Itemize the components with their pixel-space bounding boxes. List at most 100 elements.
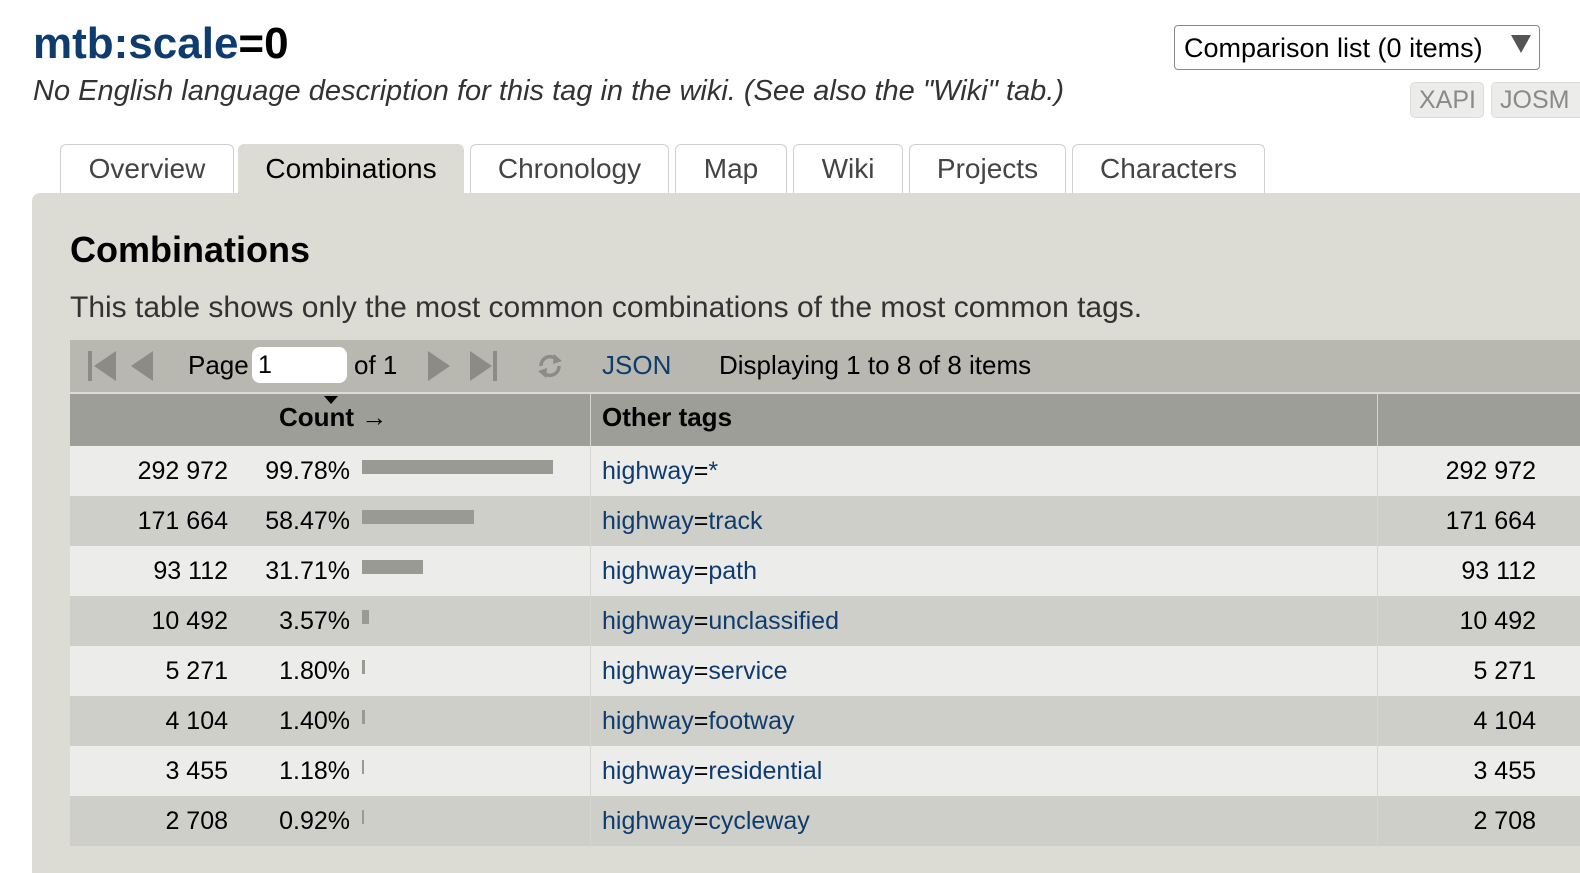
percent-bar bbox=[362, 560, 423, 574]
total-count-cell: 292 972 bbox=[1445, 457, 1536, 485]
percent-bar bbox=[362, 510, 474, 524]
count-cell: 2 708 bbox=[165, 807, 228, 835]
tab-combinations[interactable]: Combinations bbox=[238, 144, 464, 194]
tab-chronology[interactable]: Chronology bbox=[470, 144, 669, 193]
table-row: 3 455 1.18% highway=residential 3 455 bbox=[70, 746, 1580, 796]
chevron-down-icon bbox=[1511, 35, 1531, 53]
tab-overview[interactable]: Overview bbox=[60, 144, 234, 193]
other-tag-value[interactable]: residential bbox=[708, 757, 822, 785]
percent-bar bbox=[362, 660, 365, 674]
other-tag-value[interactable]: track bbox=[708, 507, 762, 535]
table-row: 10 492 3.57% highway=unclassified 10 492 bbox=[70, 596, 1580, 646]
percent-cell: 58.47% bbox=[265, 507, 350, 535]
other-tag-equals: = bbox=[693, 507, 709, 535]
table-row: 171 664 58.47% highway=track 171 664 bbox=[70, 496, 1580, 546]
page-description: No English language description for this… bbox=[33, 75, 1065, 107]
next-page-icon[interactable] bbox=[427, 350, 451, 382]
other-tag-value[interactable]: service bbox=[708, 657, 787, 685]
percent-cell: 99.78% bbox=[265, 457, 350, 485]
total-count-cell: 3 455 bbox=[1473, 757, 1536, 785]
tag-equals: = bbox=[238, 19, 265, 68]
table-row: 5 271 1.80% highway=service 5 271 bbox=[70, 646, 1580, 696]
xapi-button[interactable]: XAPI bbox=[1410, 82, 1484, 118]
json-link[interactable]: JSON bbox=[602, 348, 671, 382]
tag-value: 0 bbox=[264, 19, 289, 68]
other-tag-key[interactable]: highway bbox=[602, 707, 694, 735]
comparison-list-dropdown[interactable]: Comparison list (0 items) bbox=[1174, 25, 1540, 70]
other-tag-value[interactable]: cycleway bbox=[708, 807, 809, 835]
other-tag-key[interactable]: highway bbox=[602, 457, 694, 485]
count-cell: 292 972 bbox=[137, 457, 228, 485]
table-row: 2 708 0.92% highway=cycleway 2 708 bbox=[70, 796, 1580, 846]
percent-bar bbox=[362, 610, 369, 624]
display-info: Displaying 1 to 8 of 8 items bbox=[719, 350, 1032, 380]
total-count-cell: 2 708 bbox=[1473, 807, 1536, 835]
page-title: mtb:scale=0 bbox=[33, 18, 289, 70]
total-count-cell: 93 112 bbox=[1461, 557, 1536, 585]
percent-cell: 1.18% bbox=[279, 757, 350, 785]
other-tag-equals: = bbox=[693, 457, 709, 485]
other-tag-key[interactable]: highway bbox=[602, 657, 694, 685]
tab-wiki[interactable]: Wiki bbox=[793, 144, 903, 193]
percent-cell: 0.92% bbox=[279, 807, 350, 835]
percent-bar bbox=[362, 810, 364, 824]
other-tag-value[interactable]: unclassified bbox=[708, 607, 839, 635]
total-count-cell: 171 664 bbox=[1445, 507, 1536, 535]
tab-projects[interactable]: Projects bbox=[909, 144, 1066, 193]
other-tag-link[interactable]: highway=service bbox=[602, 656, 788, 686]
tab-map[interactable]: Map bbox=[675, 144, 787, 193]
section-title: Combinations bbox=[70, 229, 310, 270]
other-tag-link[interactable]: highway=footway bbox=[602, 706, 795, 736]
tag-key: mtb:scale bbox=[33, 19, 239, 68]
comparison-list-label: Comparison list (0 items) bbox=[1184, 33, 1483, 63]
other-tag-key[interactable]: highway bbox=[602, 807, 694, 835]
josm-button[interactable]: JOSM bbox=[1491, 82, 1580, 118]
prev-page-icon[interactable] bbox=[130, 350, 154, 382]
column-divider bbox=[590, 394, 591, 850]
total-count-cell: 4 104 bbox=[1473, 707, 1536, 735]
table-row: 292 972 99.78% highway=* 292 972 bbox=[70, 446, 1580, 496]
other-tag-link[interactable]: highway=* bbox=[602, 456, 718, 486]
count-cell: 3 455 bbox=[165, 757, 228, 785]
page-number-input[interactable] bbox=[252, 347, 347, 383]
other-tag-equals: = bbox=[693, 657, 709, 685]
reload-icon[interactable] bbox=[535, 350, 565, 382]
other-tag-link[interactable]: highway=path bbox=[602, 556, 757, 586]
percent-bar bbox=[362, 710, 365, 724]
other-tag-equals: = bbox=[693, 557, 709, 585]
count-cell: 93 112 bbox=[153, 557, 228, 585]
count-column-header[interactable]: Count → bbox=[279, 402, 387, 432]
other-tag-link[interactable]: highway=track bbox=[602, 506, 763, 536]
percent-cell: 3.57% bbox=[279, 607, 350, 635]
first-page-icon[interactable] bbox=[88, 350, 118, 382]
other-tag-equals: = bbox=[693, 607, 709, 635]
other-tag-value[interactable]: path bbox=[708, 557, 757, 585]
other-tag-equals: = bbox=[693, 757, 709, 785]
last-page-icon[interactable] bbox=[468, 350, 498, 382]
other-tag-value[interactable]: footway bbox=[708, 707, 794, 735]
other-tags-column-header[interactable]: Other tags bbox=[602, 402, 732, 432]
count-cell: 171 664 bbox=[137, 507, 228, 535]
percent-cell: 1.80% bbox=[279, 657, 350, 685]
other-tag-link[interactable]: highway=residential bbox=[602, 756, 822, 786]
total-count-cell: 5 271 bbox=[1473, 657, 1536, 685]
count-cell: 4 104 bbox=[165, 707, 228, 735]
other-tag-key[interactable]: highway bbox=[602, 557, 694, 585]
page-count-label: of 1 bbox=[354, 350, 398, 380]
tab-characters[interactable]: Characters bbox=[1072, 144, 1265, 193]
other-tag-key[interactable]: highway bbox=[602, 607, 694, 635]
percent-bar bbox=[362, 460, 553, 474]
other-tag-link[interactable]: highway=unclassified bbox=[602, 606, 839, 636]
other-tag-key[interactable]: highway bbox=[602, 757, 694, 785]
column-divider bbox=[1377, 394, 1378, 850]
percent-cell: 31.71% bbox=[265, 557, 350, 585]
pager-toolbar: Page of 1 JSON Displaying 1 to 8 of 8 it… bbox=[70, 340, 1580, 392]
table-row: 4 104 1.40% highway=footway 4 104 bbox=[70, 696, 1580, 746]
total-count-cell: 10 492 bbox=[1459, 607, 1536, 635]
other-tag-equals: = bbox=[693, 807, 709, 835]
other-tag-link[interactable]: highway=cycleway bbox=[602, 806, 810, 836]
count-cell: 10 492 bbox=[151, 607, 228, 635]
other-tag-value[interactable]: * bbox=[708, 457, 718, 485]
table-row: 93 112 31.71% highway=path 93 112 bbox=[70, 546, 1580, 596]
other-tag-key[interactable]: highway bbox=[602, 507, 694, 535]
